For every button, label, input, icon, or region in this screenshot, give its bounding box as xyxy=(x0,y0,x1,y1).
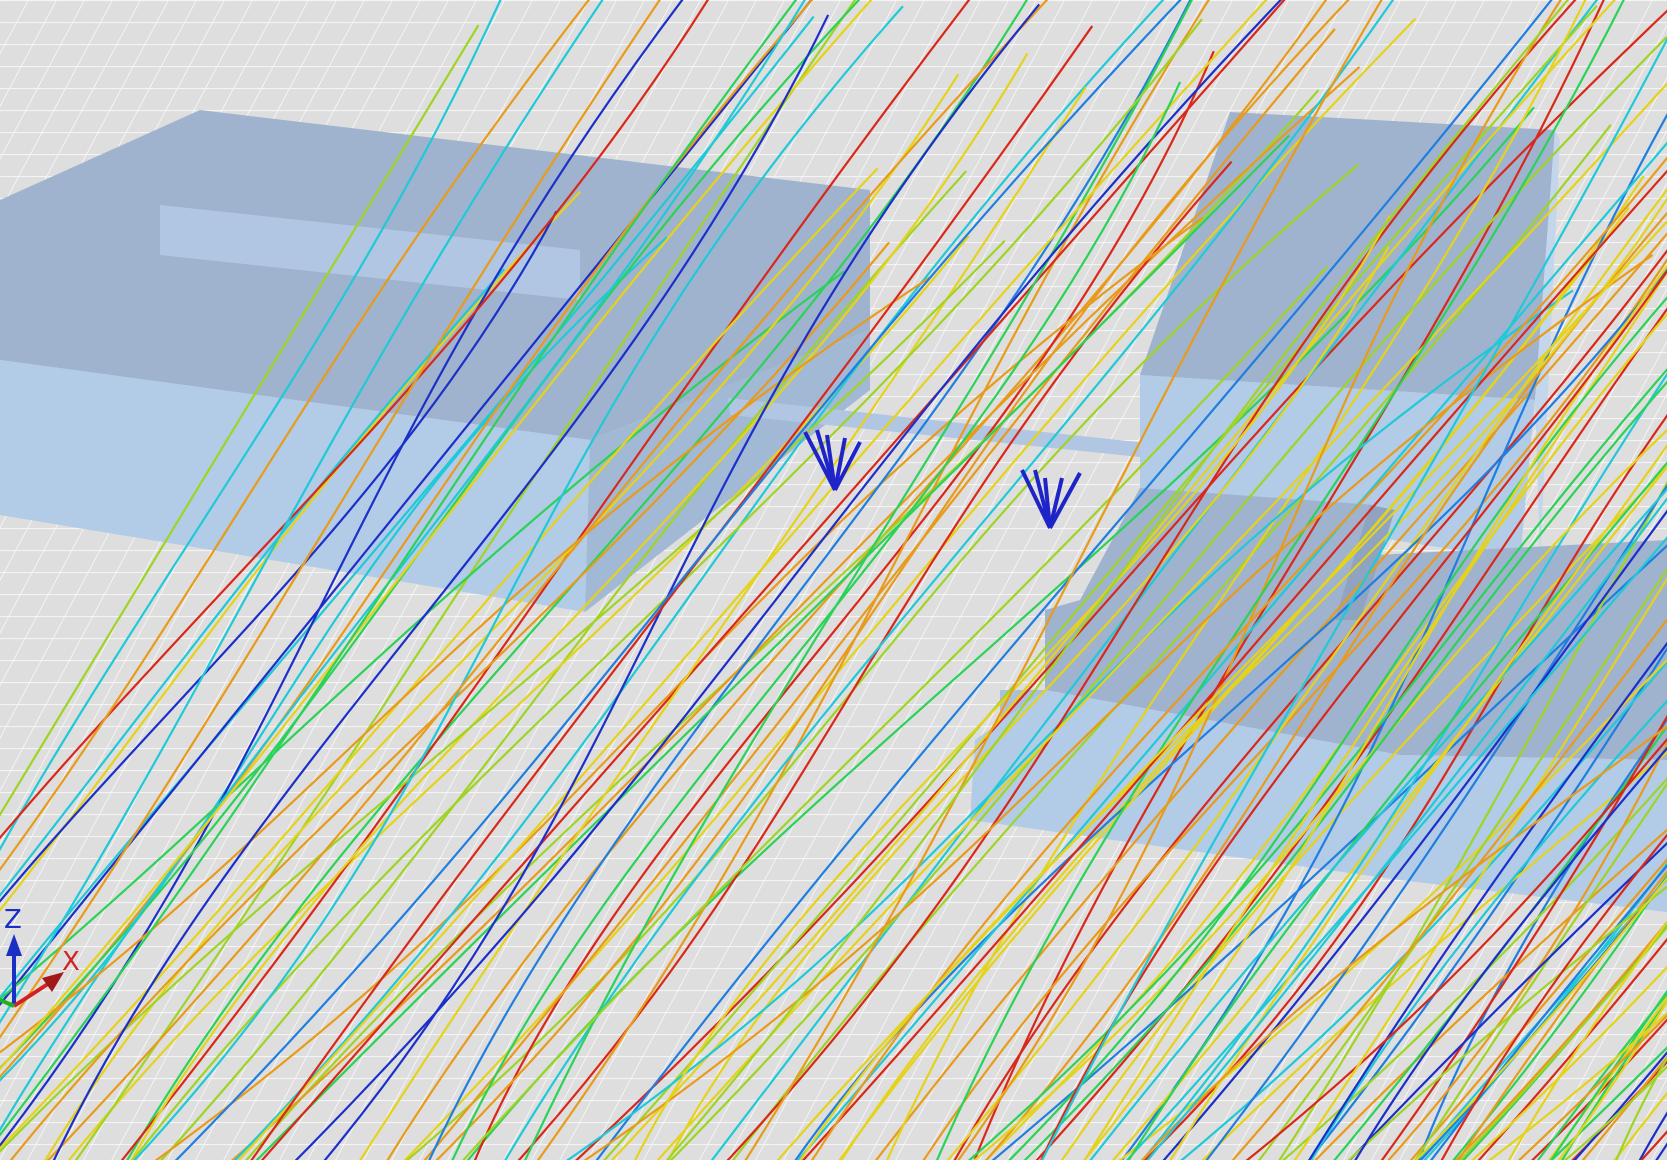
axis-triad: Z X xyxy=(0,905,80,1008)
3d-viewport[interactable]: Z X xyxy=(0,0,1667,1160)
scene-canvas[interactable] xyxy=(0,0,1667,1160)
y-axis-line xyxy=(0,998,15,1008)
z-axis-label: Z xyxy=(4,905,22,935)
x-axis-label: X xyxy=(62,947,80,977)
x-axis-arrow-icon xyxy=(42,972,64,992)
z-axis-arrow-icon xyxy=(6,934,22,956)
